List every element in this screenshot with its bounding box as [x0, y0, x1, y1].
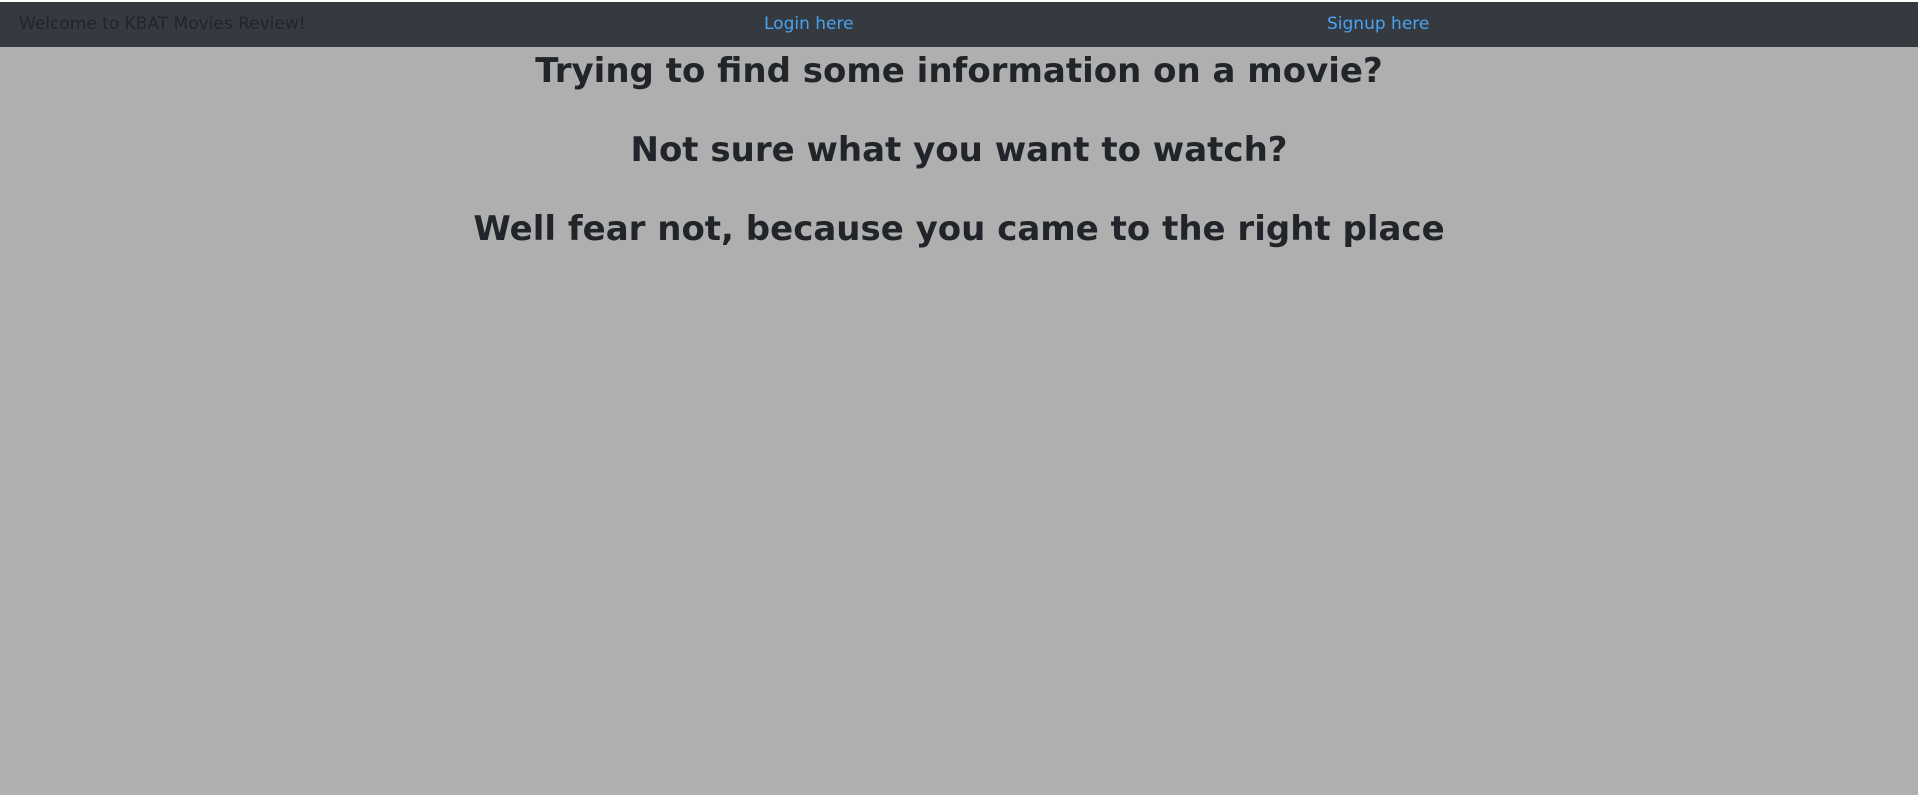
headline-find-info: Trying to find some information on a mov…	[535, 51, 1383, 91]
login-link[interactable]: Login here	[764, 2, 854, 47]
page: Welcome to KBAT Movies Review! Login her…	[0, 0, 1918, 796]
headline-not-sure: Not sure what you want to watch?	[630, 130, 1288, 170]
headline-fear-not: Well fear not, because you came to the r…	[473, 209, 1445, 249]
top-navbar: Welcome to KBAT Movies Review! Login her…	[0, 2, 1918, 47]
main-content: Trying to find some information on a mov…	[0, 47, 1918, 795]
brand-text: Welcome to KBAT Movies Review!	[19, 14, 306, 34]
signup-link[interactable]: Signup here	[1327, 2, 1429, 47]
